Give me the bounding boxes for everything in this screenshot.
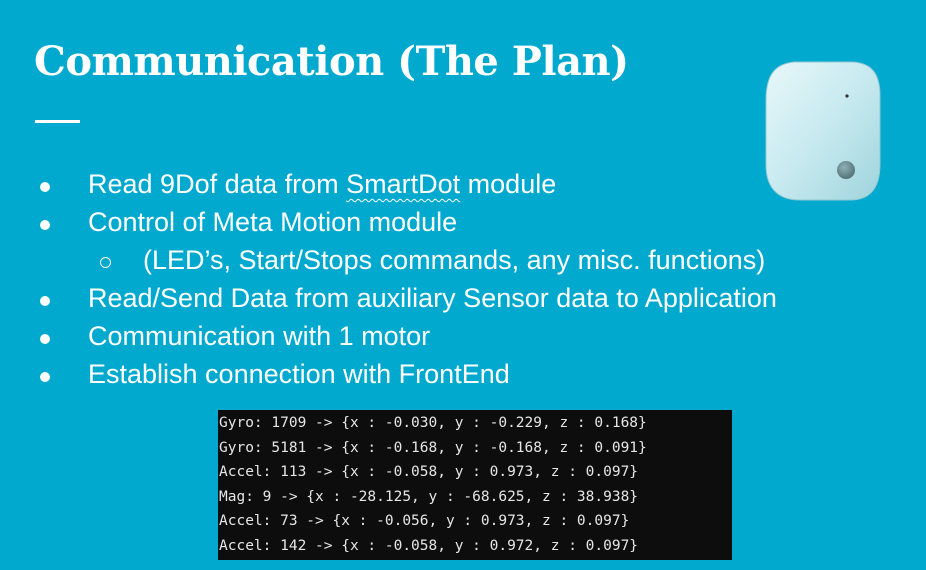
sub-bullet-circle — [100, 257, 111, 268]
spellcheck-word: SmartDot — [346, 169, 461, 199]
bullet-text: Read/Send Data from auxiliary Sensor dat… — [88, 283, 777, 313]
title-underline — [35, 120, 80, 123]
console-line: Mag: 9 -> {x : -28.125, y : -68.625, z :… — [219, 488, 639, 505]
slide-title: Communication (The Plan) — [34, 38, 629, 85]
console-line: Accel: 73 -> {x : -0.056, y : 0.973, z :… — [219, 513, 630, 529]
bullet-text: Read 9Dof data from SmartDot module — [88, 169, 557, 199]
console-line: Accel: 113 -> {x : -0.058, y : 0.973, z … — [219, 464, 639, 480]
bullet-text: Communication with 1 motor — [88, 321, 431, 351]
bullet-text: Control of Meta Motion module — [88, 207, 458, 237]
bullet-dot — [40, 372, 50, 382]
bullet-dot — [40, 182, 50, 192]
console-line: Gyro: 5181 -> {x : -0.168, y : -0.168, z… — [219, 439, 647, 456]
bullet-dot — [40, 296, 50, 306]
bullet-text: Establish connection with FrontEnd — [88, 359, 510, 389]
bullet-dot — [40, 334, 50, 344]
console-line: Gyro: 1709 -> {x : -0.030, y : -0.229, z… — [219, 415, 647, 431]
bullet-dot — [40, 220, 50, 230]
bullet-text: (LED’s, Start/Stops commands, any misc. … — [143, 245, 766, 275]
sensor-device-image — [765, 61, 881, 201]
console-line: Accel: 142 -> {x : -0.058, y : 0.972, z … — [219, 537, 639, 554]
sensor-console-output: Gyro: 1709 -> {x : -0.030, y : -0.229, z… — [218, 410, 732, 560]
